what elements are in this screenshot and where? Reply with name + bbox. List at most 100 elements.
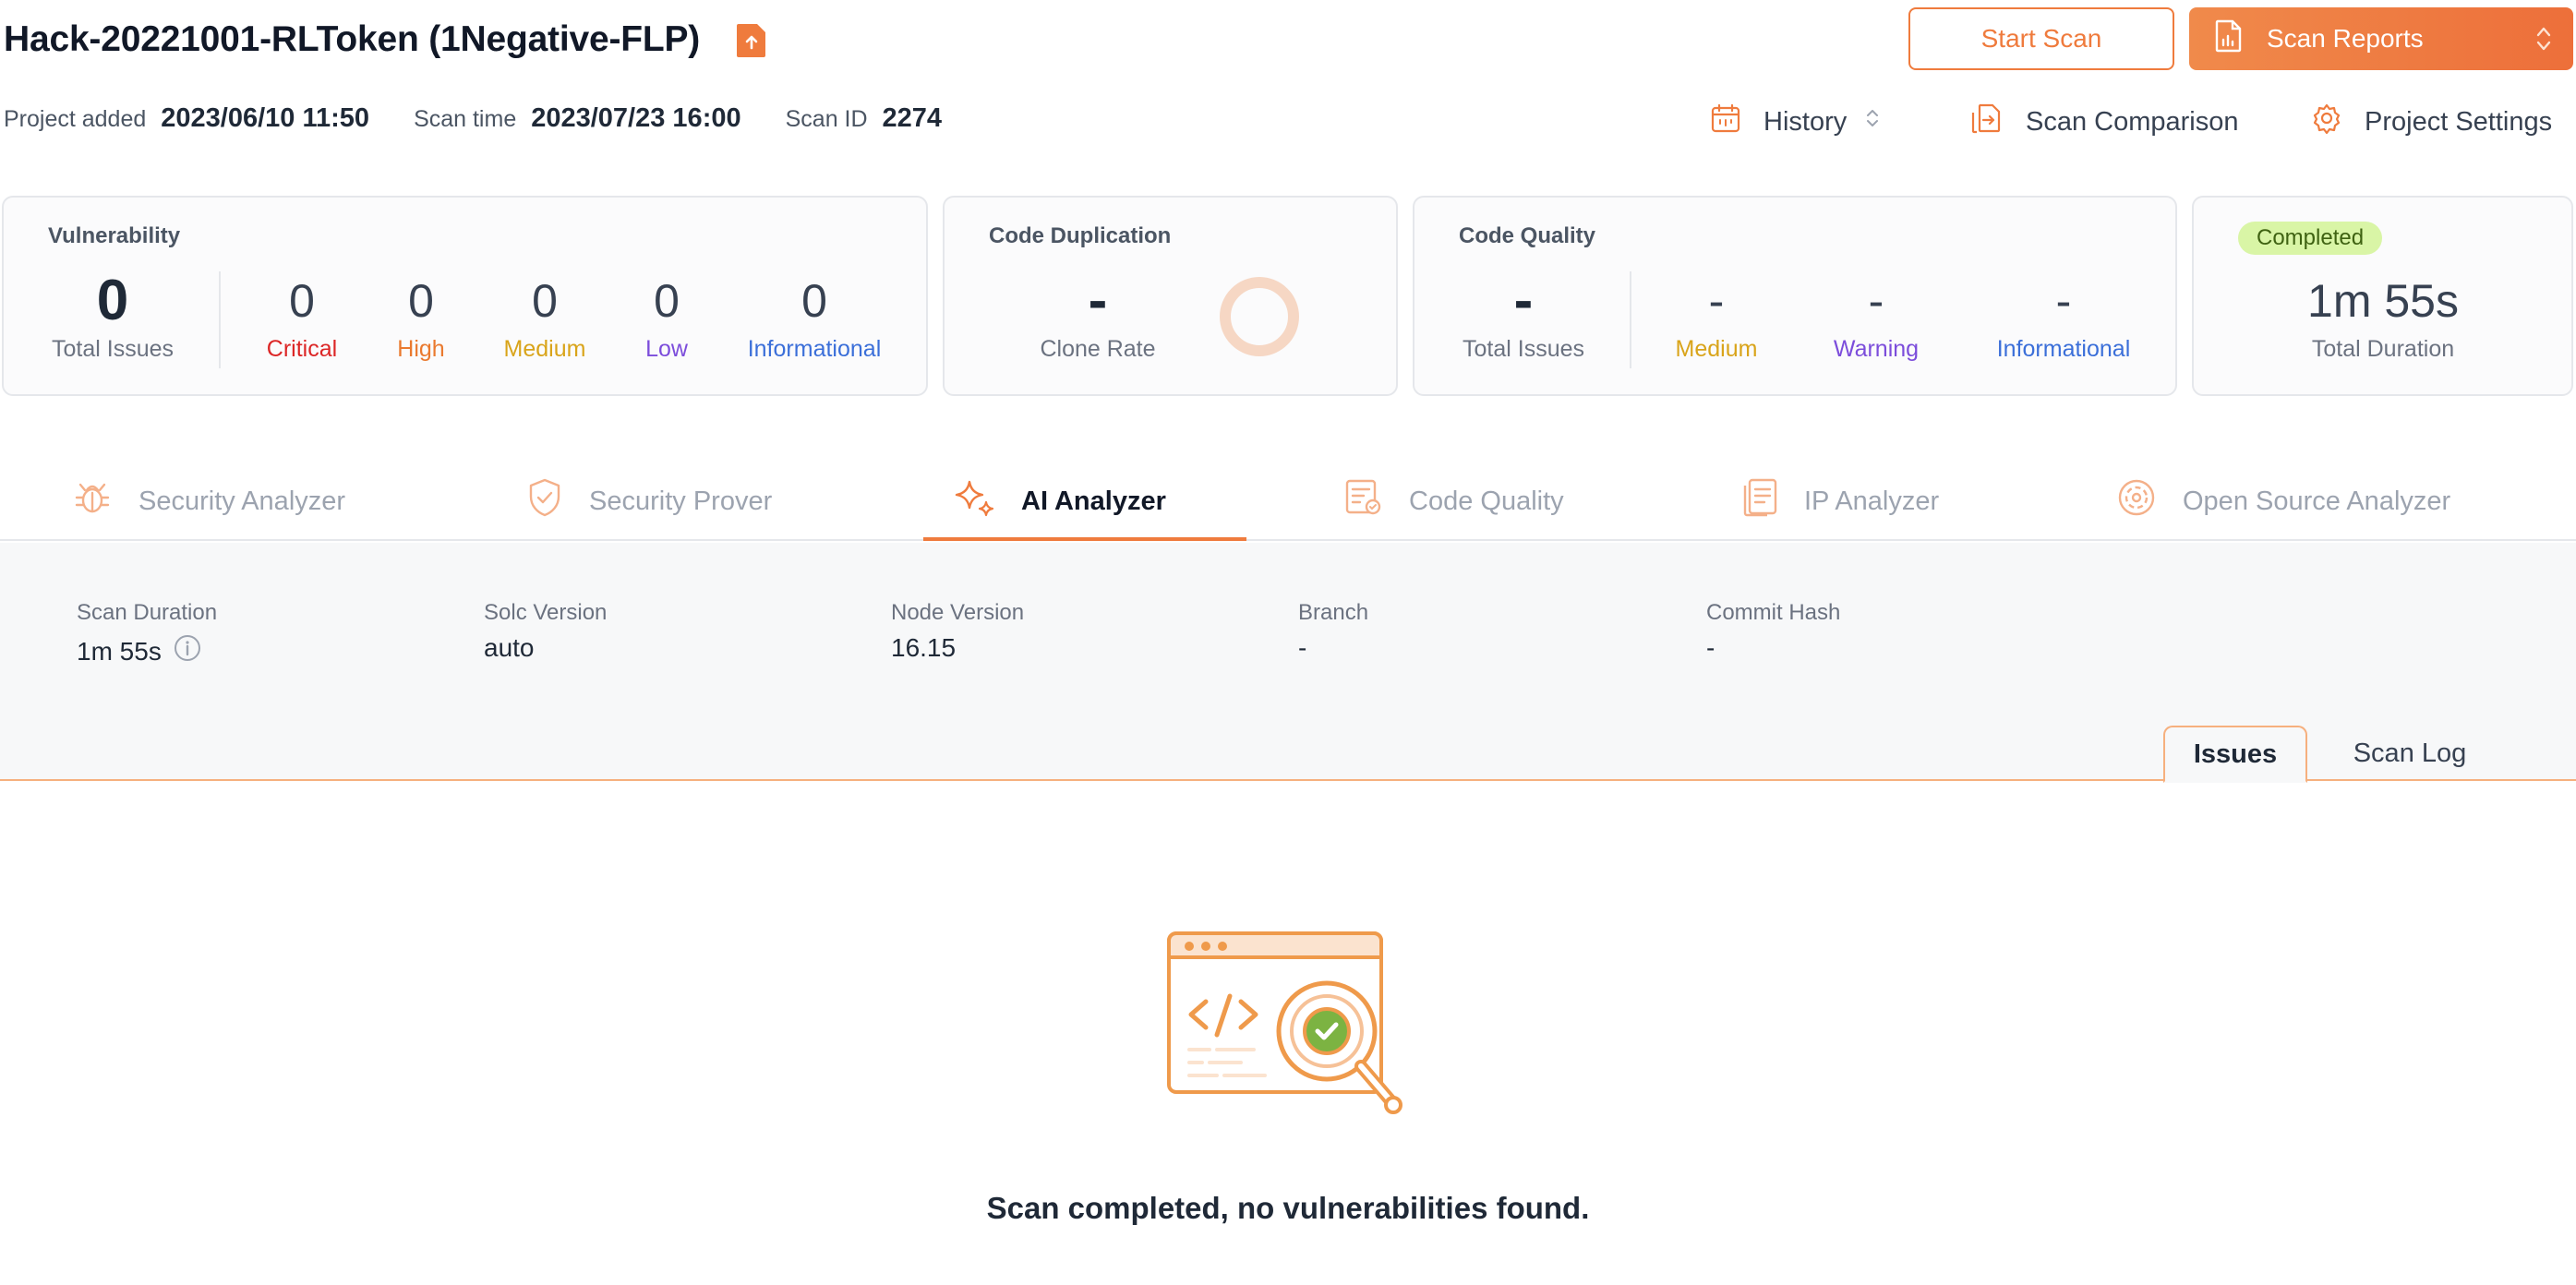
ip-document-icon bbox=[1741, 477, 1778, 525]
divider bbox=[219, 271, 221, 368]
tab-ai-analyzer[interactable]: AI Analyzer bbox=[953, 462, 1166, 541]
scan-status-card: Completed 1m 55s Total Duration bbox=[2192, 196, 2573, 396]
low-stat: 0 Low bbox=[645, 271, 688, 363]
branch-info: Branch - bbox=[1298, 600, 1368, 663]
tab-security-prover[interactable]: Security Prover bbox=[526, 462, 772, 541]
clone-rate-donut bbox=[1218, 275, 1301, 363]
tab-issues[interactable]: Issues bbox=[2163, 726, 2307, 783]
high-value: 0 bbox=[408, 275, 434, 327]
scan-id-value: 2274 bbox=[882, 103, 943, 133]
shield-check-icon bbox=[526, 477, 563, 525]
quality-medium-stat: - Medium bbox=[1676, 271, 1758, 363]
chevron-updown-icon bbox=[1865, 106, 1880, 138]
total-duration-stat: 1m 55s Total Duration bbox=[2307, 271, 2459, 363]
page-header: Hack-20221001-RLToken (1Negative-FLP) bbox=[0, 13, 768, 66]
branch-value: - bbox=[1298, 633, 1307, 662]
code-duplication-card[interactable]: Code Duplication - Clone Rate bbox=[943, 196, 1398, 396]
active-tab-indicator bbox=[923, 537, 1246, 541]
node-version-info: Node Version 16.15 bbox=[891, 600, 1024, 663]
tab-scan-log[interactable]: Scan Log bbox=[2327, 726, 2493, 781]
history-dropdown[interactable]: History bbox=[1710, 100, 1880, 144]
tab-ip-analyzer[interactable]: IP Analyzer bbox=[1741, 462, 1939, 541]
sparkle-icon bbox=[953, 476, 995, 526]
branch-label: Branch bbox=[1298, 600, 1369, 625]
divider bbox=[1630, 271, 1631, 368]
code-quality-icon bbox=[1344, 477, 1383, 525]
quality-informational-value: - bbox=[2055, 275, 2072, 327]
code-quality-card[interactable]: Code Quality - Total Issues - Medium - W… bbox=[1413, 196, 2177, 396]
scan-comparison-link[interactable]: Scan Comparison bbox=[1970, 100, 2239, 144]
informational-value: 0 bbox=[801, 275, 827, 327]
scan-info-panel: Scan Duration 1m 55s Solc Version auto N… bbox=[0, 543, 2576, 783]
commit-hash-value: - bbox=[1706, 633, 1715, 662]
critical-value: 0 bbox=[289, 275, 315, 327]
start-scan-button[interactable]: Start Scan bbox=[1908, 7, 2174, 70]
tab-code-quality[interactable]: Code Quality bbox=[1344, 462, 1564, 541]
node-version-value: 16.15 bbox=[891, 633, 957, 662]
code-quality-card-title: Code Quality bbox=[1459, 223, 1596, 248]
low-label: Low bbox=[645, 336, 688, 362]
scan-time-label: Scan time bbox=[414, 106, 517, 132]
project-meta: Project added 2023/06/10 11:50 Scan time… bbox=[4, 103, 986, 140]
scan-duration-label: Scan Duration bbox=[77, 600, 218, 625]
commit-hash-label: Commit Hash bbox=[1706, 600, 1841, 625]
total-duration-label: Total Duration bbox=[2311, 336, 2455, 362]
vulnerability-card-title: Vulnerability bbox=[48, 223, 181, 248]
quality-total-label: Total Issues bbox=[1462, 336, 1585, 362]
commit-hash-info: Commit Hash - bbox=[1706, 600, 1840, 663]
quality-total-stat: - Total Issues bbox=[1463, 271, 1584, 363]
quality-warning-value: - bbox=[1868, 275, 1884, 327]
scan-comparison-label: Scan Comparison bbox=[2026, 106, 2239, 137]
clone-rate-value: - bbox=[1088, 269, 1108, 332]
bug-icon bbox=[72, 477, 113, 525]
status-badge: Completed bbox=[2238, 222, 2383, 255]
solc-version-info: Solc Version auto bbox=[484, 600, 607, 663]
scan-duration-info: Scan Duration 1m 55s bbox=[77, 600, 217, 669]
project-added-label: Project added bbox=[4, 106, 147, 132]
vulnerability-total: 0 Total Issues bbox=[52, 271, 174, 363]
compare-documents-icon bbox=[1970, 102, 2004, 142]
high-stat: 0 High bbox=[397, 271, 444, 363]
medium-stat: 0 Medium bbox=[504, 271, 586, 363]
solc-version-value: auto bbox=[484, 633, 535, 662]
open-source-icon bbox=[2116, 477, 2157, 525]
tab-security-analyzer[interactable]: Security Analyzer bbox=[72, 462, 345, 541]
page-title: Hack-20221001-RLToken (1Negative-FLP) bbox=[4, 19, 701, 59]
info-icon[interactable] bbox=[173, 633, 202, 669]
high-label: High bbox=[397, 336, 445, 362]
scan-reports-button[interactable]: Scan Reports bbox=[2189, 7, 2573, 70]
medium-label: Medium bbox=[503, 336, 586, 362]
quality-warning-stat: - Warning bbox=[1834, 271, 1919, 363]
quality-warning-label: Warning bbox=[1833, 336, 1920, 362]
code-duplication-card-title: Code Duplication bbox=[989, 223, 1172, 248]
vulnerability-total-label: Total Issues bbox=[51, 336, 175, 362]
quality-informational-stat: - Informational bbox=[1997, 271, 2131, 363]
tab-label: Code Quality bbox=[1409, 486, 1564, 516]
no-issues-illustration bbox=[1165, 928, 1411, 1133]
clone-rate-label: Clone Rate bbox=[1040, 336, 1156, 362]
node-version-label: Node Version bbox=[891, 600, 1025, 625]
total-duration-value: 1m 55s bbox=[2307, 275, 2459, 327]
calendar-icon bbox=[1710, 102, 1741, 141]
file-upload-icon[interactable] bbox=[735, 21, 768, 58]
tab-label: Open Source Analyzer bbox=[2183, 486, 2451, 516]
scan-time-value: 2023/07/23 16:00 bbox=[531, 103, 741, 133]
informational-label: Informational bbox=[747, 336, 882, 362]
critical-label: Critical bbox=[266, 336, 338, 362]
medium-value: 0 bbox=[532, 275, 558, 327]
chevron-updown-icon bbox=[2534, 24, 2553, 60]
analyzer-tabs: Security Analyzer Security Prover AI Ana… bbox=[0, 462, 2576, 541]
history-label: History bbox=[1763, 106, 1848, 137]
scan-duration-value: 1m 55s bbox=[77, 636, 162, 666]
tab-open-source-analyzer[interactable]: Open Source Analyzer bbox=[2116, 462, 2450, 541]
tab-label: Security Analyzer bbox=[138, 486, 346, 516]
tab-label: AI Analyzer bbox=[1021, 486, 1166, 516]
quality-informational-label: Informational bbox=[1996, 336, 2131, 362]
scan-id-label: Scan ID bbox=[785, 106, 868, 132]
vulnerability-total-value: 0 bbox=[96, 269, 129, 332]
vulnerability-card[interactable]: Vulnerability 0 Total Issues 0 Critical … bbox=[2, 196, 928, 396]
critical-stat: 0 Critical bbox=[267, 271, 337, 363]
gear-icon bbox=[2311, 102, 2342, 141]
low-value: 0 bbox=[654, 275, 680, 327]
project-settings-link[interactable]: Project Settings bbox=[2311, 100, 2552, 144]
